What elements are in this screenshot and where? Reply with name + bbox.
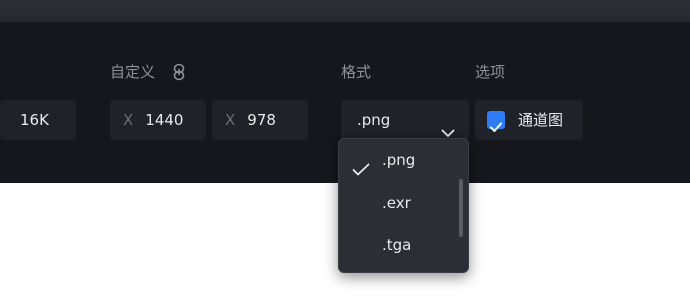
channel-map-label: 通道图 (518, 111, 564, 129)
width-prefix: X (123, 111, 134, 129)
channel-map-checkbox[interactable] (487, 111, 505, 132)
format-dropdown-menu: .png .exr .tga (338, 138, 469, 273)
format-option-tga[interactable]: .tga (339, 226, 468, 264)
custom-label: 自定义 (110, 63, 156, 81)
format-selected-value: .png (357, 111, 391, 129)
checkmark-icon (490, 122, 502, 132)
top-toolbar-strip (0, 0, 690, 22)
format-option-png[interactable]: .png (339, 141, 468, 179)
format-label: 格式 (341, 63, 372, 81)
resolution-preset-field[interactable]: 16K (0, 100, 76, 140)
channel-map-option[interactable]: 通道图 (475, 100, 583, 140)
format-option-exr[interactable]: .exr (339, 184, 468, 222)
format-option-label: .exr (382, 194, 411, 212)
height-prefix: X (225, 111, 236, 129)
custom-width-field[interactable]: X 1440 (110, 100, 206, 140)
custom-height-field[interactable]: X 978 (212, 100, 308, 140)
dropdown-scrollbar[interactable] (459, 179, 463, 237)
options-label: 选项 (475, 63, 506, 81)
height-value: 978 (247, 111, 276, 129)
format-option-label: .png (382, 151, 416, 169)
resolution-preset-value: 16K (20, 111, 49, 129)
link-icon[interactable] (172, 63, 186, 85)
format-select[interactable]: .png (341, 100, 469, 140)
width-value: 1440 (145, 111, 184, 129)
format-option-label: .tga (382, 236, 412, 254)
